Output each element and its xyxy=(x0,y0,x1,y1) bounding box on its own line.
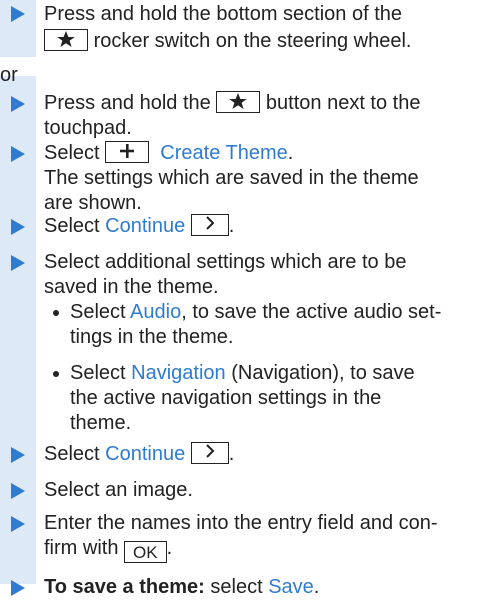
triangle-bullet-icon xyxy=(11,447,25,463)
triangle-bullet-icon xyxy=(11,96,25,112)
plus-icon xyxy=(105,141,150,163)
step-text: Select additional settings which are to … xyxy=(44,251,407,273)
ok-button-symbol: OK xyxy=(124,541,167,563)
step-text: Enter the names into the entry field and… xyxy=(44,512,438,534)
chevron-right-icon xyxy=(190,214,229,236)
audio-link[interactable]: Audio xyxy=(130,301,181,323)
triangle-bullet-icon xyxy=(11,6,25,22)
sub-item-text: theme. xyxy=(70,412,132,434)
star-icon xyxy=(44,29,88,51)
triangle-bullet-icon xyxy=(11,146,25,162)
chevron-right-icon xyxy=(190,442,229,464)
result-text: The settings which are saved in the them… xyxy=(44,167,419,189)
result-text: are shown. xyxy=(44,192,142,214)
triangle-bullet-icon xyxy=(11,255,25,271)
step-text: touchpad. xyxy=(44,117,132,139)
step-heading: To save a theme: xyxy=(44,576,205,598)
step-text: saved in the theme. xyxy=(44,276,219,298)
step-text: firm with OK. xyxy=(44,537,173,563)
sub-item-text: tings in the theme. xyxy=(70,326,234,348)
triangle-bullet-icon xyxy=(11,483,25,499)
sub-item-text: Select Navigation (Navigation), to save xyxy=(70,362,415,384)
step-text: Select Continue . xyxy=(44,442,235,465)
step-text: Select an image. xyxy=(44,479,193,501)
triangle-bullet-icon xyxy=(11,219,25,235)
or-separator: or xyxy=(0,64,18,86)
step-text: rocker switch on the steering wheel. xyxy=(44,29,480,53)
star-icon xyxy=(216,91,261,113)
triangle-bullet-icon xyxy=(11,580,25,596)
sub-item-text: Select Audio, to save the active audio s… xyxy=(70,301,442,323)
sub-item-text: the active navigation settings in the xyxy=(70,387,382,409)
save-link[interactable]: Save xyxy=(268,576,314,598)
bullet-dot xyxy=(53,371,59,377)
create-theme-link[interactable]: Create Theme xyxy=(160,142,287,164)
step-text: To save a theme: select Save. xyxy=(44,576,320,598)
triangle-bullet-icon xyxy=(11,516,25,532)
step-text: Select Continue . xyxy=(44,214,235,237)
continue-link[interactable]: Continue xyxy=(105,215,185,237)
step-text: Press and hold the button next to the xyxy=(44,91,421,114)
step-text: Press and hold the bottom section of the xyxy=(44,3,402,25)
continue-link[interactable]: Continue xyxy=(105,443,185,465)
step-text: Select Create Theme. xyxy=(44,141,294,164)
bullet-dot xyxy=(53,310,59,316)
navigation-link[interactable]: Navigation xyxy=(131,362,226,384)
